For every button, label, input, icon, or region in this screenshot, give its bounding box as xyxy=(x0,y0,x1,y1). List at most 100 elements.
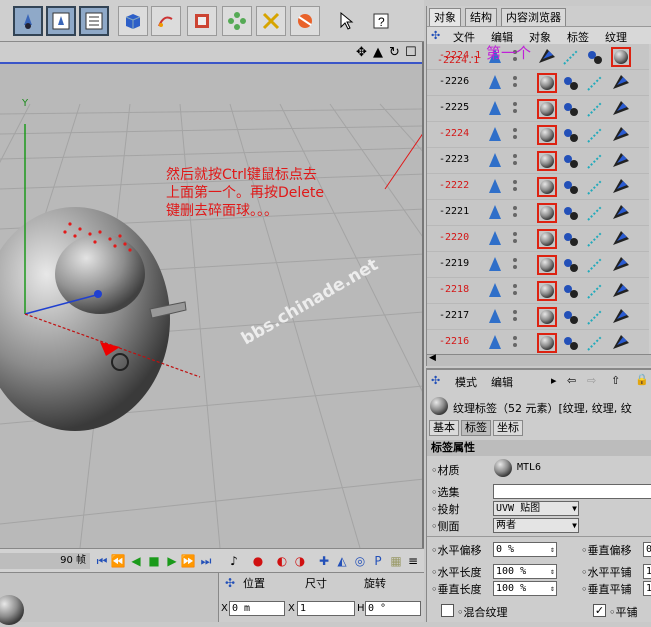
tab-objects[interactable]: 对象 xyxy=(429,8,461,26)
uvw-tag-icon[interactable] xyxy=(561,47,581,67)
selection-tag-icon[interactable] xyxy=(561,177,581,197)
visibility-dots-icon[interactable] xyxy=(513,258,517,272)
list-item[interactable]: -2222 xyxy=(427,174,649,200)
texture-tag-icon[interactable] xyxy=(537,281,557,301)
texture-tag-icon[interactable] xyxy=(537,73,557,93)
move-view-icon[interactable]: ✥ xyxy=(356,45,367,60)
menu-file[interactable]: 文件 xyxy=(453,29,475,45)
rotation-key-icon[interactable]: ◎ xyxy=(352,553,368,569)
tab-coordinates[interactable]: 坐标 xyxy=(493,420,523,436)
uvw-tag-icon[interactable] xyxy=(585,255,605,275)
selection-tag-icon[interactable] xyxy=(561,307,581,327)
h-rotation-field[interactable]: 0 ° xyxy=(365,601,421,616)
3d-viewport[interactable]: ✥ ▲ ↻ ☐ Y 然后就按Ctrl键鼠标点去 上面第一个。再按Delete 键… xyxy=(0,42,424,548)
phong-tag-icon[interactable] xyxy=(611,255,631,275)
cube-icon[interactable] xyxy=(118,6,148,36)
selection-tag-icon[interactable] xyxy=(561,255,581,275)
rotate-view-icon[interactable]: ↻ xyxy=(389,45,400,60)
expand-arrow-icon[interactable]: ▸ xyxy=(551,374,557,387)
texture-tag-icon[interactable] xyxy=(537,203,557,223)
select-icon[interactable] xyxy=(332,6,362,36)
uvw-tag-icon[interactable] xyxy=(585,151,605,171)
uvw-tag-icon[interactable] xyxy=(585,203,605,223)
menu-attr-edit[interactable]: 编辑 xyxy=(491,374,513,390)
tab-content-browser[interactable]: 内容浏览器 xyxy=(501,8,566,26)
visibility-dots-icon[interactable] xyxy=(513,336,517,350)
visibility-dots-icon[interactable] xyxy=(513,154,517,168)
menu-texture[interactable]: 纹理 xyxy=(605,29,627,45)
list-item[interactable]: -2226 xyxy=(427,70,649,96)
phong-tag-icon[interactable] xyxy=(611,229,631,249)
zoom-view-icon[interactable]: ▲ xyxy=(373,45,383,60)
menu-mode[interactable]: 模式 xyxy=(455,374,477,390)
back-arrow-icon[interactable]: ⇦ xyxy=(567,374,576,387)
selection-tag-icon[interactable] xyxy=(585,47,605,67)
record-icon[interactable]: ● xyxy=(250,553,266,569)
forward-arrow-icon[interactable]: ⇨ xyxy=(587,374,596,387)
selection-tag-icon[interactable] xyxy=(561,151,581,171)
list-item[interactable]: -2217 xyxy=(427,304,649,330)
scene-icon[interactable] xyxy=(290,6,320,36)
uvw-tag-icon[interactable] xyxy=(585,73,605,93)
selection-field[interactable] xyxy=(493,484,651,499)
render-view-icon[interactable] xyxy=(13,6,43,36)
list-item[interactable]: -2219 xyxy=(427,252,649,278)
object-list-scrollbar[interactable]: ◀ xyxy=(427,353,651,366)
goto-start-icon[interactable]: ⏮ xyxy=(94,553,110,569)
phong-tag-icon[interactable] xyxy=(611,307,631,327)
render-picture-icon[interactable] xyxy=(46,6,76,36)
sound-icon[interactable]: ♪ xyxy=(226,553,242,569)
tile-y-field[interactable]: 1 xyxy=(643,581,651,596)
auto-key-icon[interactable]: ◐ xyxy=(274,553,290,569)
lock-icon[interactable]: 🔒 xyxy=(635,373,649,386)
prev-key-icon[interactable]: ⏪ xyxy=(110,553,126,569)
selection-tag-icon[interactable] xyxy=(561,229,581,249)
visibility-dots-icon[interactable] xyxy=(513,102,517,116)
play-icon[interactable]: ▶ xyxy=(164,553,180,569)
material-icon[interactable] xyxy=(493,458,513,478)
selection-tag-icon[interactable] xyxy=(561,99,581,119)
next-key-icon[interactable]: ⏩ xyxy=(180,553,196,569)
offset-y-field[interactable]: 0 xyxy=(643,542,651,557)
tile-x-field[interactable]: 1 xyxy=(643,564,651,579)
selection-tag-icon[interactable] xyxy=(561,203,581,223)
deformer-icon[interactable] xyxy=(256,6,286,36)
phong-tag-icon[interactable] xyxy=(611,281,631,301)
stop-icon[interactable]: ■ xyxy=(146,553,162,569)
visibility-dots-icon[interactable] xyxy=(513,284,517,298)
phong-tag-icon[interactable] xyxy=(611,177,631,197)
list-item[interactable]: -2218 xyxy=(427,278,649,304)
x-position-field[interactable]: 0 m xyxy=(229,601,285,616)
pla-key-icon[interactable]: ▦ xyxy=(388,553,404,569)
play-backward-icon[interactable]: ◀ xyxy=(128,553,144,569)
visibility-dots-icon[interactable] xyxy=(513,76,517,90)
list-item[interactable]: -2216 xyxy=(427,330,649,354)
material-value[interactable]: MTL6 xyxy=(517,462,541,473)
texture-tag-icon[interactable] xyxy=(537,333,557,353)
texture-tag-icon[interactable] xyxy=(537,255,557,275)
phong-tag-icon[interactable] xyxy=(611,203,631,223)
list-item[interactable]: -2223 xyxy=(427,148,649,174)
texture-tag-icon[interactable] xyxy=(537,177,557,197)
goto-end-icon[interactable]: ⏭ xyxy=(198,553,214,569)
nurbs-icon[interactable] xyxy=(187,6,217,36)
tab-basic[interactable]: 基本 xyxy=(429,420,459,436)
menu-tags[interactable]: 标签 xyxy=(567,29,589,45)
visibility-dots-icon[interactable] xyxy=(513,128,517,142)
uvw-tag-icon[interactable] xyxy=(585,307,605,327)
texture-tag-icon[interactable] xyxy=(537,307,557,327)
texture-tag-icon[interactable] xyxy=(537,99,557,119)
uvw-tag-icon[interactable] xyxy=(585,177,605,197)
selection-tag-icon[interactable] xyxy=(561,281,581,301)
timeline-options-icon[interactable]: ≡ xyxy=(405,553,421,569)
array-icon[interactable] xyxy=(222,6,252,36)
help-icon[interactable]: ? xyxy=(366,6,396,36)
offset-x-field[interactable]: 0 % ⇕ xyxy=(493,542,557,557)
selection-tag-icon[interactable] xyxy=(561,73,581,93)
length-x-field[interactable]: 100 % ⇕ xyxy=(493,564,557,579)
uvw-tag-icon[interactable] xyxy=(585,125,605,145)
param-key-icon[interactable]: P xyxy=(370,553,386,569)
phong-tag-icon[interactable] xyxy=(611,73,631,93)
projection-select[interactable]: UVW 贴图 ▼ xyxy=(493,501,579,516)
phong-tag-icon[interactable] xyxy=(611,99,631,119)
